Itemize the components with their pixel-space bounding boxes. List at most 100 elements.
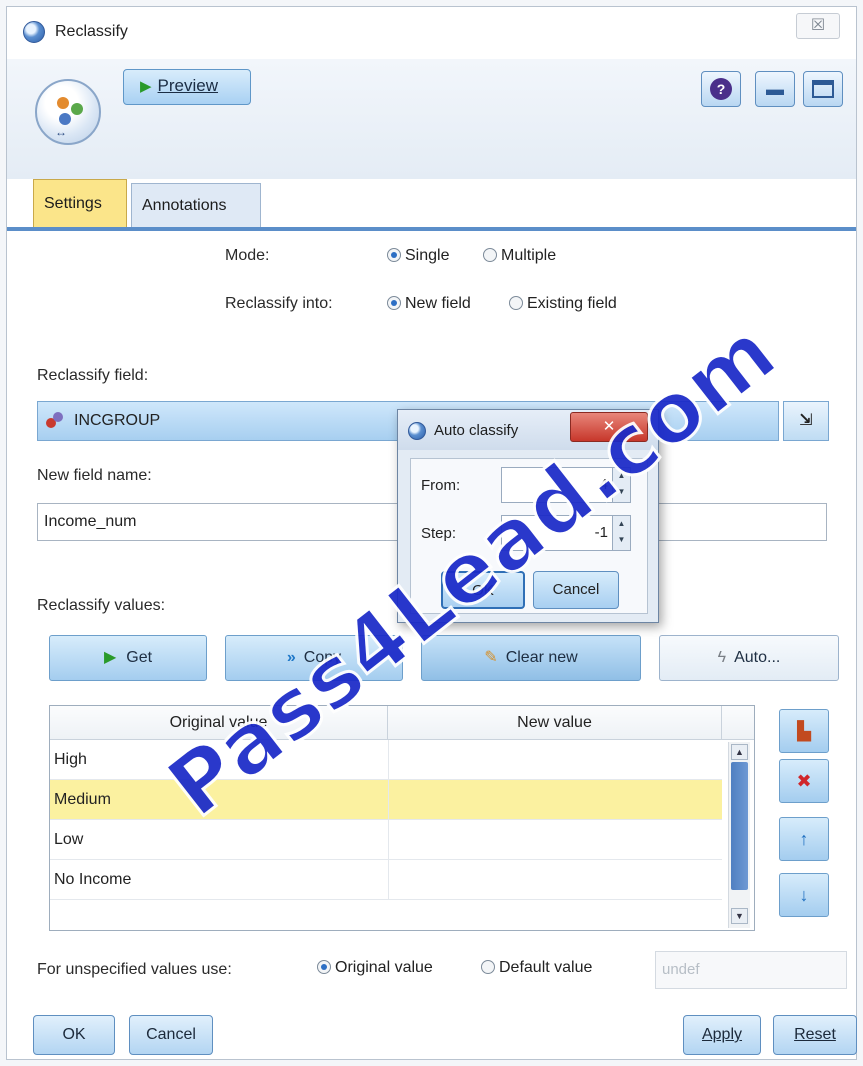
move-up-button[interactable]: ↑ (779, 817, 829, 861)
existing-field-label: Existing field (527, 295, 617, 312)
unspecified-values-label: For unspecified values use: (37, 961, 232, 978)
auto-classify-title-bar: Auto classify ✕ (398, 410, 658, 450)
get-label: Get (126, 649, 153, 666)
reset-label: Reset (794, 1026, 836, 1043)
spin-arrows-icon[interactable]: ▲ ▼ (612, 468, 630, 502)
preview-label: Preview (157, 76, 219, 95)
default-value-input[interactable]: undef (655, 951, 847, 989)
scroll-down-arrow-icon[interactable]: ▼ (731, 908, 748, 924)
tab-settings[interactable]: Settings (33, 179, 127, 227)
reset-button[interactable]: Reset (773, 1015, 857, 1055)
ok-button[interactable]: OK (33, 1015, 115, 1055)
new-field-radio[interactable]: New field (387, 295, 471, 313)
tab-annotations[interactable]: Annotations (131, 183, 261, 227)
from-stepper[interactable]: 4 ▲ ▼ (501, 467, 631, 503)
original-value-cell: High (54, 751, 87, 768)
mode-multiple-label: Multiple (501, 247, 557, 264)
nominal-field-icon (46, 412, 64, 430)
radio-selected-icon (387, 248, 401, 262)
get-button[interactable]: ▶ Get (49, 635, 207, 681)
arrow-down-icon: ↓ (799, 885, 809, 905)
toolbar: ↔ ▶ Preview ? ▬ (7, 59, 856, 179)
auto-classify-title: Auto classify (434, 422, 519, 439)
radio-selected-icon (387, 296, 401, 310)
reclassify-values-table: Original value New value High Medium Low… (49, 705, 755, 931)
table-row[interactable]: Low (50, 820, 722, 860)
reclassify-node-icon: ↔ (35, 79, 101, 145)
original-value-cell: Medium (54, 791, 111, 808)
auto-classify-close-button[interactable]: ✕ (570, 412, 648, 442)
copy-label: Copy (303, 649, 342, 666)
radio-icon (481, 960, 495, 974)
auto-classify-ok-button[interactable]: OK (441, 571, 525, 609)
insert-row-button[interactable]: ▙ (779, 709, 829, 753)
column-header-original[interactable]: Original value (50, 706, 388, 740)
mode-single-radio[interactable]: Single (387, 247, 449, 265)
table-row[interactable]: No Income (50, 860, 722, 900)
radio-selected-icon (317, 960, 331, 974)
step-value: -1 (594, 524, 608, 541)
spin-arrows-icon[interactable]: ▲ ▼ (612, 516, 630, 550)
auto-classify-cancel-button[interactable]: Cancel (533, 571, 619, 609)
auto-label: Auto... (734, 649, 781, 666)
default-value-label: Default value (499, 959, 593, 976)
step-label: Step: (421, 525, 457, 542)
reclassify-into-label: Reclassify into: (225, 295, 333, 312)
reclassify-field-value: INCGROUP (74, 412, 161, 429)
play-icon: ▶ (103, 649, 117, 666)
move-down-button[interactable]: ↓ (779, 873, 829, 917)
title-bar: Reclassify ☒ (7, 7, 856, 57)
insert-row-icon: ▙ (797, 721, 811, 741)
table-row-selected[interactable]: Medium (50, 780, 722, 820)
mode-multiple-radio[interactable]: Multiple (483, 247, 556, 265)
apply-button[interactable]: Apply (683, 1015, 761, 1055)
step-stepper[interactable]: -1 ▲ ▼ (501, 515, 631, 551)
minimize-icon: ▬ (766, 79, 784, 99)
original-value-radio[interactable]: Original value (317, 959, 433, 977)
reclassify-window: Reclassify ☒ ↔ ▶ Preview ? ▬ Settings Ann… (6, 6, 857, 1060)
existing-field-radio[interactable]: Existing field (509, 295, 617, 313)
auto-button[interactable]: ϟ Auto... (659, 635, 839, 681)
arrow-up-icon: ↑ (799, 829, 809, 849)
help-icon: ? (710, 78, 732, 100)
new-field-name-label: New field name: (37, 467, 152, 484)
scroll-up-arrow-icon[interactable]: ▲ (731, 744, 748, 760)
from-value: 4 (599, 476, 608, 493)
original-value-label: Original value (335, 959, 433, 976)
field-picker-button[interactable]: ⇲ (783, 401, 829, 441)
cancel-button[interactable]: Cancel (129, 1015, 213, 1055)
default-value-radio[interactable]: Default value (481, 959, 592, 977)
lightning-icon: ϟ (717, 649, 727, 666)
maximize-button[interactable] (803, 71, 843, 107)
mode-label: Mode: (225, 247, 270, 264)
column-header-spacer (722, 706, 754, 740)
mode-single-label: Single (405, 247, 450, 264)
maximize-icon (812, 80, 834, 98)
radio-icon (483, 248, 497, 262)
original-value-cell: No Income (54, 871, 132, 888)
table-row[interactable]: High (50, 740, 722, 780)
app-globe-icon (408, 422, 426, 440)
delete-row-button[interactable]: ✖ (779, 759, 829, 803)
reclassify-values-label: Reclassify values: (37, 597, 166, 614)
column-header-new[interactable]: New value (388, 706, 722, 740)
window-close-button[interactable]: ☒ (796, 13, 840, 39)
window-title: Reclassify (55, 23, 128, 40)
scroll-thumb[interactable] (731, 762, 748, 890)
app-globe-icon (23, 21, 45, 43)
auto-classify-body: From: 4 ▲ ▼ Step: -1 ▲ ▼ OK Cancel (410, 458, 648, 614)
preview-button[interactable]: ▶ Preview (123, 69, 251, 105)
tab-divider (7, 227, 856, 231)
clear-new-button[interactable]: ✎ Clear new (421, 635, 641, 681)
new-field-label: New field (405, 295, 471, 312)
pencil-icon: ✎ (484, 649, 498, 666)
play-icon: ▶ (140, 78, 152, 95)
original-value-cell: Low (54, 831, 84, 848)
delete-x-icon: ✖ (796, 771, 812, 791)
reclassify-field-label: Reclassify field: (37, 367, 149, 384)
from-label: From: (421, 477, 461, 494)
table-scrollbar[interactable]: ▲ ▼ (728, 742, 750, 928)
minimize-button[interactable]: ▬ (755, 71, 795, 107)
copy-button[interactable]: » Copy (225, 635, 403, 681)
help-button[interactable]: ? (701, 71, 741, 107)
